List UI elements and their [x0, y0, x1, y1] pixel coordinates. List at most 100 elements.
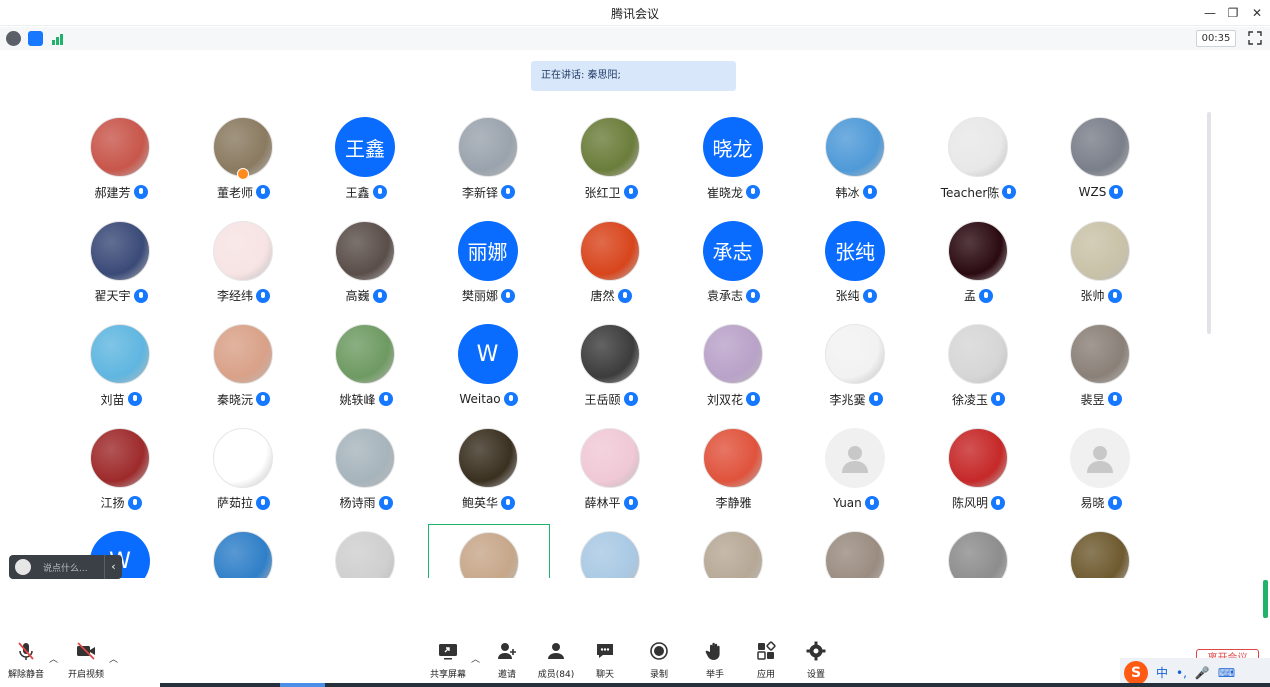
participant-tile[interactable]: 唐然: [550, 214, 672, 317]
participant-tile[interactable]: 董老师: [183, 110, 305, 213]
avatar: [825, 531, 885, 578]
mic-icon: [372, 185, 387, 199]
participant-tile[interactable]: 李静雅: [673, 421, 795, 524]
avatar: [212, 531, 273, 578]
ime-language-indicator[interactable]: 中: [1156, 664, 1168, 681]
record-button[interactable]: 录制: [645, 640, 673, 680]
mic-icon: [256, 288, 270, 303]
participant-name: 王鑫: [345, 185, 370, 200]
participant-tile[interactable]: 杨诗雨: [305, 421, 427, 524]
participant-tile[interactable]: 鲍英华: [428, 421, 550, 524]
window-title: 腾讯会议: [610, 7, 659, 21]
participant-tile[interactable]: 秦晓沅: [183, 317, 305, 420]
participant-tile[interactable]: 王岳颐: [550, 317, 672, 420]
participant-tile[interactable]: 孟: [918, 214, 1040, 317]
share-options-chevron-icon[interactable]: ︿: [471, 652, 480, 665]
record-label: 录制: [649, 670, 668, 680]
participant-tile[interactable]: 李兆霙: [795, 317, 917, 420]
participant-tile[interactable]: [673, 524, 795, 578]
start-video-button[interactable]: 开启视频: [64, 640, 108, 680]
grid-scrollbar[interactable]: [1207, 112, 1211, 334]
participant-tile[interactable]: WZS: [1040, 110, 1162, 213]
participant-name: 刘苗: [100, 392, 125, 407]
participant-tile[interactable]: [305, 524, 427, 578]
participant-name: 裴昱: [1080, 392, 1105, 407]
raise-hand-button[interactable]: 举手: [701, 640, 729, 680]
video-options-chevron-icon[interactable]: ︿: [109, 652, 118, 665]
participant-name-row: 韩冰: [795, 183, 917, 201]
participant-tile[interactable]: 江扬: [60, 421, 182, 524]
participant-tile[interactable]: 徐凌玉: [918, 317, 1040, 420]
apps-button[interactable]: 应用: [752, 640, 780, 680]
participant-name-row: 李静雅: [673, 494, 795, 512]
participant-tile[interactable]: 裴昱: [1040, 317, 1162, 420]
participant-tile[interactable]: [1040, 524, 1162, 578]
punctuation-icon[interactable]: •,: [1176, 666, 1187, 680]
avatar: [580, 531, 640, 578]
members-button[interactable]: 成员(84): [536, 640, 576, 680]
close-button[interactable]: ✕: [1246, 3, 1268, 23]
participant-tile[interactable]: W Weitao: [428, 317, 550, 420]
restore-button[interactable]: ❐: [1222, 3, 1244, 23]
collapse-chevron-icon[interactable]: ‹: [104, 555, 122, 579]
speaking-indicator: 正在讲话: 秦思阳;: [531, 61, 736, 91]
share-screen-button[interactable]: 共享屏幕: [428, 640, 468, 680]
participant-tile[interactable]: 易晓: [1040, 421, 1162, 524]
participant-name: Teacher陈: [940, 185, 1000, 200]
participant-tile[interactable]: 张红卫: [550, 110, 672, 213]
minimize-button[interactable]: —: [1199, 3, 1221, 23]
audio-options-chevron-icon[interactable]: ︿: [49, 652, 58, 665]
emoji-icon[interactable]: [15, 559, 31, 575]
info-icon[interactable]: [6, 31, 21, 46]
mic-icon: [864, 495, 879, 510]
invite-button[interactable]: 邀请: [492, 640, 522, 680]
chat-button[interactable]: 聊天: [591, 640, 619, 680]
settings-button[interactable]: 设置: [802, 640, 830, 680]
participant-name: 江扬: [100, 496, 125, 510]
participant-tile[interactable]: [550, 524, 672, 578]
participant-tile[interactable]: [795, 524, 917, 578]
gear-icon: [806, 641, 826, 661]
participant-tile[interactable]: 李新铎: [428, 110, 550, 213]
unmute-button[interactable]: 解除静音: [4, 640, 48, 680]
sogou-ime-icon[interactable]: S: [1124, 660, 1148, 685]
participant-name-row: 薛林平: [550, 494, 672, 512]
participant-tile[interactable]: 王鑫 王鑫: [305, 110, 427, 213]
mic-icon: [991, 392, 1005, 406]
voice-input-icon[interactable]: 🎤: [1195, 666, 1210, 680]
participant-tile[interactable]: 李经纬: [183, 214, 305, 317]
security-shield-icon[interactable]: [28, 31, 43, 46]
participant-tile[interactable]: 萨茹拉: [183, 421, 305, 524]
participant-name: 翟天宇: [94, 289, 131, 303]
participant-tile[interactable]: 陈风明: [918, 421, 1040, 524]
participant-name: 张帅: [1080, 289, 1105, 303]
participant-tile[interactable]: 刘苗: [60, 317, 182, 420]
participant-tile[interactable]: 承志 袁承志: [673, 214, 795, 317]
participant-tile[interactable]: 姚轶峰: [305, 317, 427, 420]
participant-tile[interactable]: [183, 524, 305, 578]
avatar: [212, 427, 273, 488]
keyboard-icon[interactable]: ⌨: [1218, 666, 1235, 680]
participant-tile[interactable]: 高巍: [305, 214, 427, 317]
participant-tile[interactable]: 晓龙 崔晓龙: [673, 110, 795, 213]
participant-name-row: 唐然: [550, 287, 672, 305]
participant-tile[interactable]: Yuan: [795, 421, 917, 524]
participant-tile[interactable]: 丽娜 樊丽娜: [428, 214, 550, 317]
participant-tile[interactable]: 刘双花: [673, 317, 795, 420]
participant-name: 陈风明: [951, 496, 988, 510]
participant-tile[interactable]: 郝建芳: [60, 110, 182, 213]
participant-tile[interactable]: 张纯 张纯: [795, 214, 917, 317]
participant-name: 李兆霙: [829, 392, 866, 407]
chat-quick-input[interactable]: 说点什么... ‹: [9, 555, 122, 579]
fullscreen-icon[interactable]: [1247, 30, 1263, 46]
participant-tile[interactable]: 翟天宇: [60, 214, 182, 317]
participant-tile[interactable]: Teacher陈: [918, 110, 1040, 213]
participant-tile[interactable]: 韩冰: [795, 110, 917, 213]
participant-tile[interactable]: 张帅: [1040, 214, 1162, 317]
participant-tile[interactable]: [918, 524, 1040, 578]
participant-name-row: 王鑫: [305, 183, 427, 201]
participant-tile[interactable]: 薛林平: [550, 421, 672, 524]
participant-name-row: WZS: [1040, 183, 1162, 201]
participant-tile[interactable]: [427, 524, 550, 578]
signal-icon[interactable]: [50, 31, 65, 46]
